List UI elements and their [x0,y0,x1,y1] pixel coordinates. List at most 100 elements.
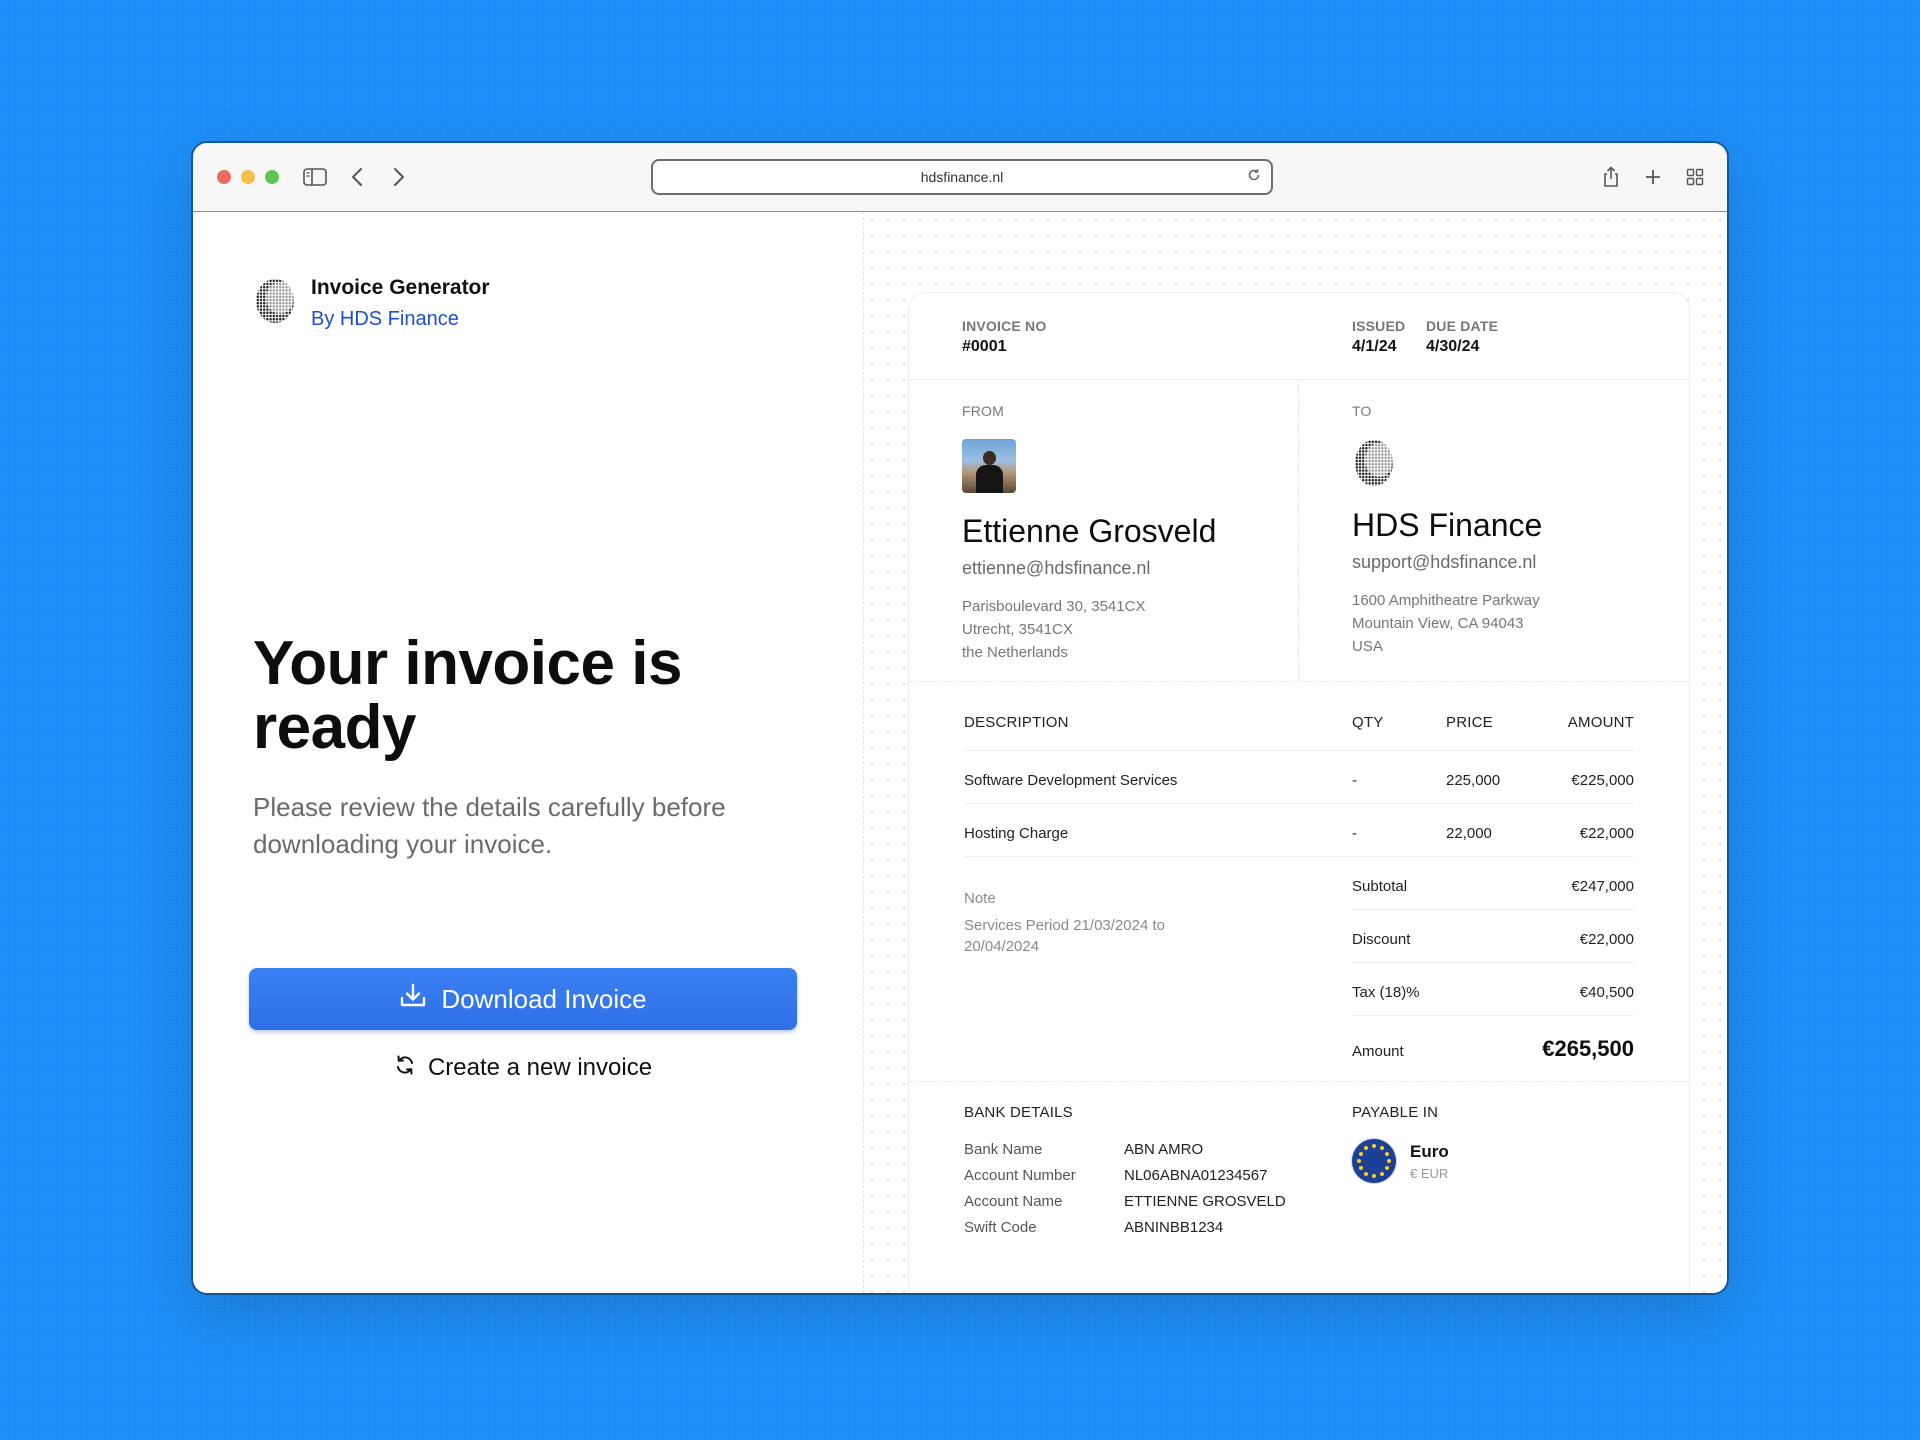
divider [1352,1015,1634,1016]
share-icon[interactable] [1595,161,1627,193]
download-invoice-label: Download Invoice [441,983,647,1014]
reload-icon[interactable] [1247,168,1261,185]
browser-window: hdsfinance.nl Invoice Generator By HDS F… [193,143,1727,1293]
from-name: Ettienne Grosveld [962,513,1217,549]
url-text: hdsfinance.nl [920,169,1004,185]
bank-details-label: BANK DETAILS [964,1104,1073,1121]
item-qty: - [1352,772,1357,789]
address-line: USA [1352,638,1383,655]
tax-value: €40,500 [1579,984,1634,1001]
bank-row-value: ABN AMRO [1124,1141,1204,1158]
column-header-description: DESCRIPTION [964,714,1069,731]
item-description: Hosting Charge [964,825,1069,842]
create-new-invoice-label: Create a new invoice [427,1054,653,1081]
item-qty: - [1352,825,1357,842]
issued-date: 4/1/24 [1352,338,1397,355]
item-price: 225,000 [1446,772,1501,789]
avatar [962,439,1016,493]
invoice-preview-panel: INVOICE NO #0001 ISSUED 4/1/24 DUE DATE … [863,212,1727,1293]
bank-row-key: Bank Name [964,1141,1043,1158]
bank-row-key: Account Number [964,1167,1076,1184]
divider [964,856,1634,857]
address-line: Utrecht, 3541CX [962,621,1073,638]
currency: Euro € EUR [1352,1139,1449,1183]
download-invoice-button[interactable]: Download Invoice [249,968,797,1030]
bank-row-value: ETTIENNE GROSVELD [1124,1193,1286,1210]
to-address: 1600 Amphitheatre Parkway Mountain View,… [1352,589,1672,658]
address-bar[interactable]: hdsfinance.nl [651,159,1273,195]
bank-row-key: Account Name [964,1193,1063,1210]
halftone-sphere-icon [1352,437,1402,491]
discount-value: €22,000 [1579,931,1634,948]
currency-name: Euro [1410,1141,1449,1161]
bank-row-value: NL06ABNA01234567 [1124,1167,1268,1184]
brand-title: Invoice Generator [311,276,490,299]
item-amount: €22,000 [1579,825,1634,842]
subtotal-value: €247,000 [1571,878,1634,895]
amount-label: Amount [1352,1043,1404,1060]
due-date: 4/30/24 [1426,338,1480,355]
sidebar-icon[interactable] [299,161,331,193]
invoice-card: INVOICE NO #0001 ISSUED 4/1/24 DUE DATE … [908,292,1690,1293]
to-block: TO HDS Finance support@hdsfinance.nl 160… [1352,403,1672,658]
from-label: FROM [962,403,1005,419]
divider [1352,962,1634,963]
due-date-label: DUE DATE [1426,318,1499,334]
divider [964,750,1634,751]
address-line: Mountain View, CA 94043 [1352,615,1524,632]
zoom-window-button[interactable] [265,170,279,184]
brand: Invoice Generator By HDS Finance [253,276,490,331]
address-line: 1600 Amphitheatre Parkway [1352,592,1540,609]
amount-total: €265,500 [1542,1036,1634,1061]
divider [964,803,1634,804]
minimize-window-button[interactable] [241,170,255,184]
invoice-number: #0001 [962,338,1007,355]
divider [1298,379,1299,681]
item-amount: €225,000 [1571,772,1634,789]
brand-subtitle-link[interactable]: By HDS Finance [311,308,490,331]
divider [1352,909,1634,910]
grid-icon[interactable] [1679,161,1711,193]
from-email: ettienne@hdsfinance.nl [962,558,1151,578]
issued-label: ISSUED [1352,318,1406,334]
due-date-block: DUE DATE 4/30/24 [1426,318,1498,356]
invoice-number-block: INVOICE NO #0001 [962,318,1046,356]
halftone-sphere-icon [253,276,297,331]
refresh-icon [394,1054,416,1083]
eu-flag-icon [1352,1139,1396,1183]
payable-in-label: PAYABLE IN [1352,1104,1439,1121]
subtotal-label: Subtotal [1352,878,1408,895]
column-header-price: PRICE [1446,714,1493,731]
note-block: Note Services Period 21/03/2024 to 20/04… [964,890,1224,957]
left-panel: Invoice Generator By HDS Finance Your in… [193,212,863,1293]
to-email: support@hdsfinance.nl [1352,552,1537,572]
tax-label: Tax (18)% [1352,984,1420,1001]
divider [909,379,1689,380]
column-header-qty: QTY [1352,714,1384,731]
chevron-right-icon[interactable] [383,161,415,193]
bank-row-key: Swift Code [964,1219,1037,1236]
create-new-invoice-button[interactable]: Create a new invoice [249,1048,797,1088]
note-label: Note [964,890,996,907]
close-window-button[interactable] [217,170,231,184]
divider [909,681,1689,682]
from-block: FROM Ettienne Grosveld ettienne@hdsfinan… [962,403,1282,664]
to-name: HDS Finance [1352,507,1543,543]
item-description: Software Development Services [964,772,1178,789]
page-headline: Your invoice is ready [253,629,682,762]
item-price: 22,000 [1446,825,1492,842]
currency-code: € EUR [1410,1165,1449,1181]
divider [909,1081,1689,1082]
from-address: Parisboulevard 30, 3541CX Utrecht, 3541C… [962,595,1282,664]
download-icon [399,982,427,1017]
column-header-amount: AMOUNT [1567,714,1634,731]
plus-icon[interactable] [1637,161,1669,193]
to-label: TO [1352,403,1372,419]
issued-block: ISSUED 4/1/24 [1352,318,1405,356]
discount-label: Discount [1352,931,1411,948]
browser-toolbar: hdsfinance.nl [193,143,1727,212]
address-line: the Netherlands [962,644,1068,661]
note-text: Services Period 21/03/2024 to 20/04/2024 [964,917,1165,955]
address-line: Parisboulevard 30, 3541CX [962,598,1146,615]
chevron-left-icon[interactable] [341,161,373,193]
